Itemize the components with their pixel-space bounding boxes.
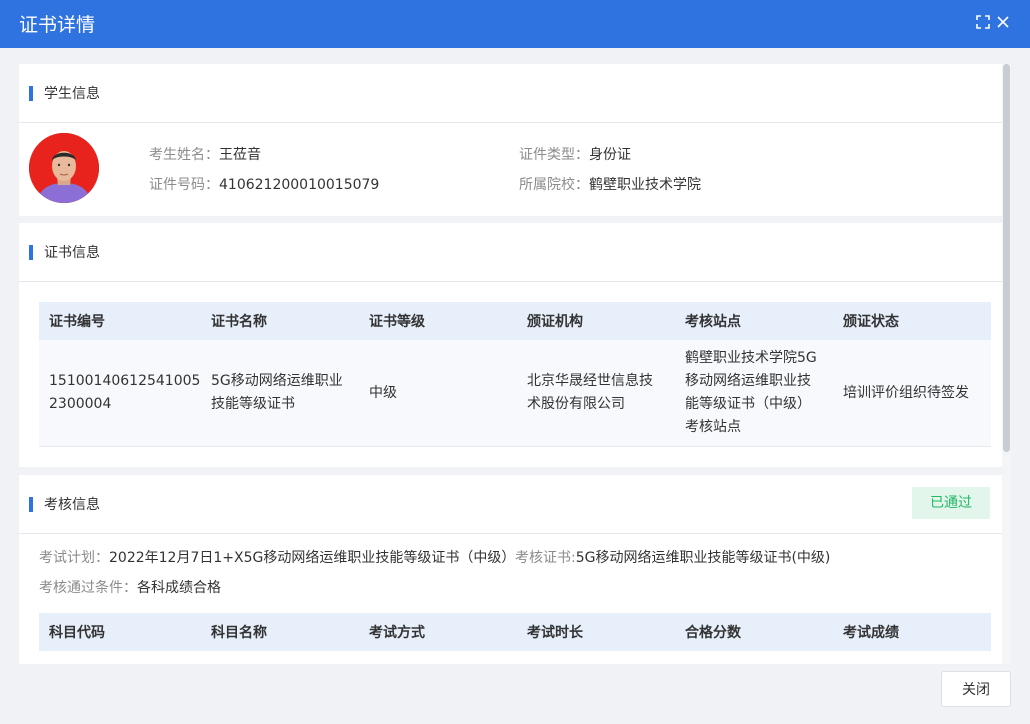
student-name-field: 考生姓名：王莅音: [149, 146, 261, 164]
cert-issuer-cell: 北京华晟经世信息技 术股份有限公司: [527, 370, 653, 416]
column-header: 考试方式: [369, 625, 425, 641]
id-type-value: 身份证: [589, 147, 631, 163]
exam-status-badge: 已通过: [912, 487, 990, 519]
exam-info-card: 考核信息 已通过 考试计划：2022年12月7日1+X5G移动网络运维职业技能等…: [19, 475, 1002, 664]
cell-line: 2300004: [49, 396, 112, 412]
column-header: 考试成绩: [843, 625, 899, 641]
cell-line: 鹤壁职业技术学院5G: [685, 350, 817, 366]
cert-status-cell: 培训评价组织待签发: [843, 385, 969, 401]
cell-line: 能等级证书（中级）: [685, 396, 811, 412]
id-type-field: 证件类型：身份证: [519, 146, 631, 164]
column-header: 证书名称: [211, 314, 267, 330]
section-title-certificate: 证书信息: [44, 245, 100, 261]
section-accent-bar: [29, 86, 33, 101]
column-header: 考核站点: [685, 314, 741, 330]
column-header: 科目名称: [211, 625, 267, 641]
cell-line: 考核站点: [685, 419, 741, 435]
cert-site-cell: 鹤壁职业技术学院5G 移动网络运维职业技 能等级证书（中级） 考核站点: [685, 347, 817, 439]
cell-line: 北京华晟经世信息技: [527, 373, 653, 389]
table-header: 科目代码 科目名称 考试方式 考试时长 合格分数 考试成绩: [39, 613, 991, 651]
column-header: 证书等级: [369, 314, 425, 330]
exam-cert-field: 考核证书:5G移动网络运维职业技能等级证书(中级): [515, 549, 830, 567]
table-row[interactable]: 15100140612541005 2300004 5G移动网络运维职业 技能等…: [39, 340, 991, 447]
table-header: 证书编号 证书名称 证书等级 颁证机构 考核站点 颁证状态: [39, 302, 991, 340]
school-label: 所属院校：: [519, 177, 589, 193]
dialog-footer: 关闭: [0, 664, 1030, 724]
close-button[interactable]: 关闭: [941, 671, 1011, 707]
student-info-card: 学生信息 考生姓名：王莅音 证件号码：410621200010015079 证件…: [19, 64, 1002, 216]
pass-condition-field: 考核通过条件：各科成绩合格: [39, 579, 221, 597]
cert-number-cell: 15100140612541005 2300004: [49, 370, 200, 416]
exam-plan-label: 考试计划：: [39, 550, 109, 566]
student-avatar: [29, 133, 99, 203]
cert-name-cell: 5G移动网络运维职业 技能等级证书: [211, 370, 343, 416]
section-header-student: 学生信息: [19, 64, 1002, 123]
scrollbar-thumb[interactable]: [1003, 64, 1010, 452]
section-title-exam: 考核信息: [44, 497, 100, 513]
school-field: 所属院校：鹤壁职业技术学院: [519, 176, 701, 194]
certificate-info-card: 证书信息 证书编号 证书名称 证书等级 颁证机构 考核站点 颁证状态 15100…: [19, 223, 1002, 467]
column-header: 科目代码: [49, 625, 105, 641]
column-header: 颁证机构: [527, 314, 583, 330]
cell-line: 移动网络运维职业技: [685, 373, 811, 389]
dialog-title: 证书详情: [19, 14, 96, 36]
vertical-scrollbar[interactable]: [1002, 64, 1011, 664]
section-header-certificate: 证书信息: [19, 223, 1002, 282]
pass-condition-label: 考核通过条件：: [39, 580, 137, 596]
column-header: 合格分数: [685, 625, 741, 641]
pass-condition-value: 各科成绩合格: [137, 580, 221, 596]
maximize-icon[interactable]: [975, 14, 991, 30]
cell-line: 技能等级证书: [211, 396, 295, 412]
id-number-label: 证件号码：: [149, 177, 219, 193]
cell-line: 15100140612541005: [49, 373, 201, 389]
exam-plan-value: 2022年12月7日1+X5G移动网络运维职业技能等级证书（中级）: [109, 550, 516, 566]
exam-plan-field: 考试计划：2022年12月7日1+X5G移动网络运维职业技能等级证书（中级）: [39, 549, 515, 567]
dialog-body: 学生信息 考生姓名：王莅音 证件号码：410621200010015079 证件…: [0, 48, 1030, 664]
exam-cert-value: 5G移动网络运维职业技能等级证书(中级): [575, 550, 831, 566]
column-header: 颁证状态: [843, 314, 899, 330]
cert-level-cell: 中级: [369, 385, 397, 401]
certificate-table: 证书编号 证书名称 证书等级 颁证机构 考核站点 颁证状态 1510014061…: [39, 302, 991, 447]
section-title-student: 学生信息: [44, 86, 100, 102]
id-type-label: 证件类型：: [519, 147, 589, 163]
student-name-value: 王莅音: [219, 147, 261, 163]
close-icon[interactable]: [995, 14, 1011, 30]
dialog-titlebar: 证书详情: [0, 0, 1030, 48]
id-number-value: 410621200010015079: [219, 177, 380, 193]
column-header: 证书编号: [49, 314, 105, 330]
cell-line: 术股份有限公司: [527, 396, 625, 412]
exam-subjects-table: 科目代码 科目名称 考试方式 考试时长 合格分数 考试成绩: [39, 613, 991, 651]
section-accent-bar: [29, 245, 33, 260]
section-header-exam: 考核信息 已通过: [19, 475, 1002, 534]
id-number-field: 证件号码：410621200010015079: [149, 176, 379, 194]
student-name-label: 考生姓名：: [149, 147, 219, 163]
cell-line: 5G移动网络运维职业: [211, 373, 343, 389]
column-header: 考试时长: [527, 625, 583, 641]
exam-cert-label: 考核证书:: [515, 550, 576, 566]
section-accent-bar: [29, 497, 33, 512]
school-value: 鹤壁职业技术学院: [589, 177, 701, 193]
